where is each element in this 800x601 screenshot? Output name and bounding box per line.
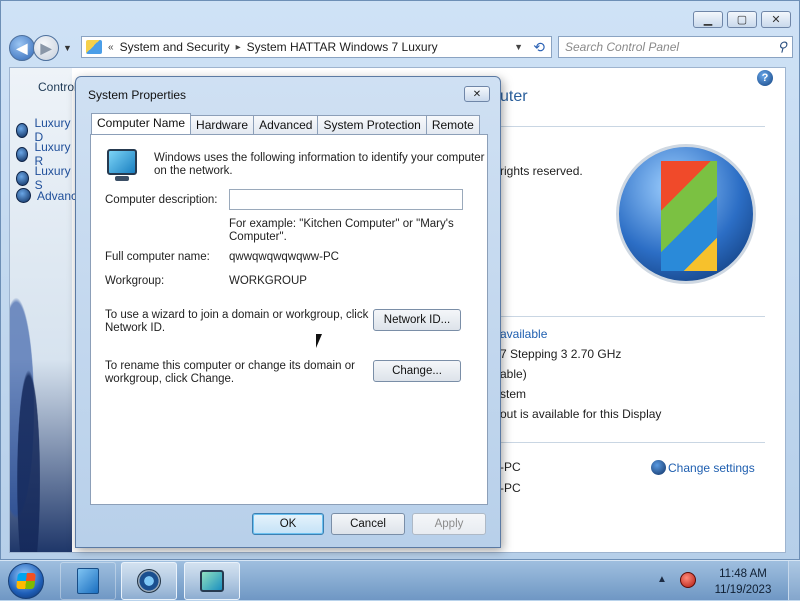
copyright-text: rights reserved. [500, 164, 583, 178]
taskbar-control-panel-button[interactable] [121, 562, 177, 600]
shield-icon [16, 188, 31, 203]
memory-value: able) [500, 367, 527, 381]
shield-icon [651, 460, 666, 475]
system-properties-dialog: System Properties ✕ Computer Name Hardwa… [75, 76, 501, 548]
shield-icon [16, 146, 29, 162]
tab-advanced[interactable]: Advanced [254, 115, 319, 135]
back-button[interactable]: ◀ [9, 35, 35, 61]
computer-name-value: -PC [500, 460, 521, 474]
search-box[interactable]: Search Control Panel ⚲ [558, 36, 793, 58]
change-button[interactable]: Change... [373, 360, 461, 382]
divider [500, 126, 765, 127]
divider [500, 316, 765, 317]
full-computer-name-value: -PC [500, 481, 521, 495]
breadcrumb-system-and-security[interactable]: System and Security [120, 40, 230, 54]
network-id-button[interactable]: Network ID... [373, 309, 461, 331]
dialog-title: System Properties [88, 88, 187, 102]
description-label: Computer description: [105, 194, 218, 206]
network-id-text-line2: Network ID. [105, 322, 166, 334]
control-panel-icon [137, 569, 161, 593]
taskbar-explorer-button[interactable] [60, 562, 116, 600]
page-title-fragment: uter [500, 88, 528, 105]
intro-text-line2: on the network. [154, 165, 233, 177]
breadcrumb-system[interactable]: System HATTAR Windows 7 Luxury [247, 40, 438, 54]
breadcrumb-separator-icon[interactable]: ▸ [236, 42, 241, 53]
show-hidden-icons-icon[interactable]: ▲ [657, 574, 667, 585]
help-icon[interactable]: ? [757, 70, 773, 86]
minimize-button[interactable]: ▁ [693, 11, 723, 28]
computer-name-panel: Windows uses the following information t… [90, 134, 488, 505]
full-name-label: Full computer name: [105, 251, 210, 263]
rating-link[interactable]: available [500, 327, 547, 341]
system-type-value: stem [500, 387, 527, 401]
tab-computer-name[interactable]: Computer Name [91, 113, 192, 136]
start-button[interactable] [8, 563, 44, 599]
search-icon[interactable]: ⚲ [777, 39, 787, 55]
show-desktop-button[interactable] [788, 561, 800, 601]
navigation-bar: ◀ ▶ ▼ « System and Security ▸ System HAT… [9, 34, 793, 62]
change-text-line2: workgroup, click Change. [105, 373, 235, 385]
example-text-line1: For example: "Kitchen Computer" or "Mary… [229, 218, 454, 230]
divider [500, 442, 765, 443]
network-status-icon[interactable] [680, 572, 696, 588]
maximize-button[interactable]: ▢ [727, 11, 757, 28]
change-text-line1: To rename this computer or change its do… [105, 360, 355, 372]
clock[interactable]: 11:48 AM 11/19/2023 [708, 566, 778, 598]
oem-logo [616, 144, 756, 284]
dialog-close-button[interactable]: ✕ [464, 86, 490, 102]
window-controls: ▁ ▢ ✕ [693, 11, 791, 28]
full-name-value: qwwqwqwqwqww-PC [229, 251, 339, 263]
example-text-line2: Computer". [229, 231, 287, 243]
recent-pages-dropdown-icon[interactable]: ▼ [63, 43, 72, 53]
forward-button[interactable]: ▶ [33, 35, 59, 61]
intro-text-line1: Windows uses the following information t… [154, 152, 485, 164]
left-navigation-pane: Control Luxury D Luxury R Luxury S Advan… [10, 68, 84, 552]
ok-button[interactable]: OK [252, 513, 324, 535]
taskbar: ▲ 11:48 AM 11/19/2023 [0, 560, 800, 601]
computer-icon [107, 149, 137, 181]
pen-touch-value: out is available for this Display [500, 407, 662, 421]
control-panel-home-link[interactable]: Control [38, 80, 77, 94]
clock-time: 11:48 AM [719, 568, 767, 580]
cancel-button[interactable]: Cancel [331, 513, 405, 535]
explorer-icon [77, 568, 99, 594]
refresh-icon[interactable]: ⟲ [533, 39, 545, 56]
address-dropdown-icon[interactable]: ▼ [514, 42, 523, 52]
change-settings-link[interactable]: Change settings [651, 460, 755, 475]
dialog-tabs: Computer Name Hardware Advanced System P… [91, 113, 480, 136]
workgroup-value: WORKGROUP [229, 275, 307, 287]
taskbar-system-properties-button[interactable] [184, 562, 240, 600]
shield-icon [16, 170, 29, 186]
mouse-pointer-icon [316, 334, 328, 348]
close-button[interactable]: ✕ [761, 11, 791, 28]
computer-description-input[interactable] [229, 189, 463, 210]
processor-value: 7 Stepping 3 2.70 GHz [500, 347, 622, 361]
tab-system-protection[interactable]: System Protection [318, 115, 427, 135]
system-properties-icon [200, 570, 224, 592]
search-placeholder: Search Control Panel [565, 40, 680, 54]
logo-map-shape [661, 161, 717, 271]
workgroup-label: Workgroup: [105, 275, 165, 287]
control-panel-icon [86, 40, 102, 54]
tab-hardware[interactable]: Hardware [191, 115, 255, 135]
clock-date: 11/19/2023 [714, 584, 772, 596]
windows-logo-icon [16, 573, 36, 589]
address-overflow-chevrons[interactable]: « [108, 42, 114, 53]
address-bar[interactable]: « System and Security ▸ System HATTAR Wi… [81, 36, 552, 58]
apply-button[interactable]: Apply [412, 513, 486, 535]
shield-icon [16, 122, 29, 138]
network-id-text-line1: To use a wizard to join a domain or work… [105, 309, 369, 321]
change-settings-label: Change settings [668, 461, 755, 475]
left-link-4[interactable]: Advance [16, 188, 84, 203]
tab-remote[interactable]: Remote [426, 115, 480, 135]
